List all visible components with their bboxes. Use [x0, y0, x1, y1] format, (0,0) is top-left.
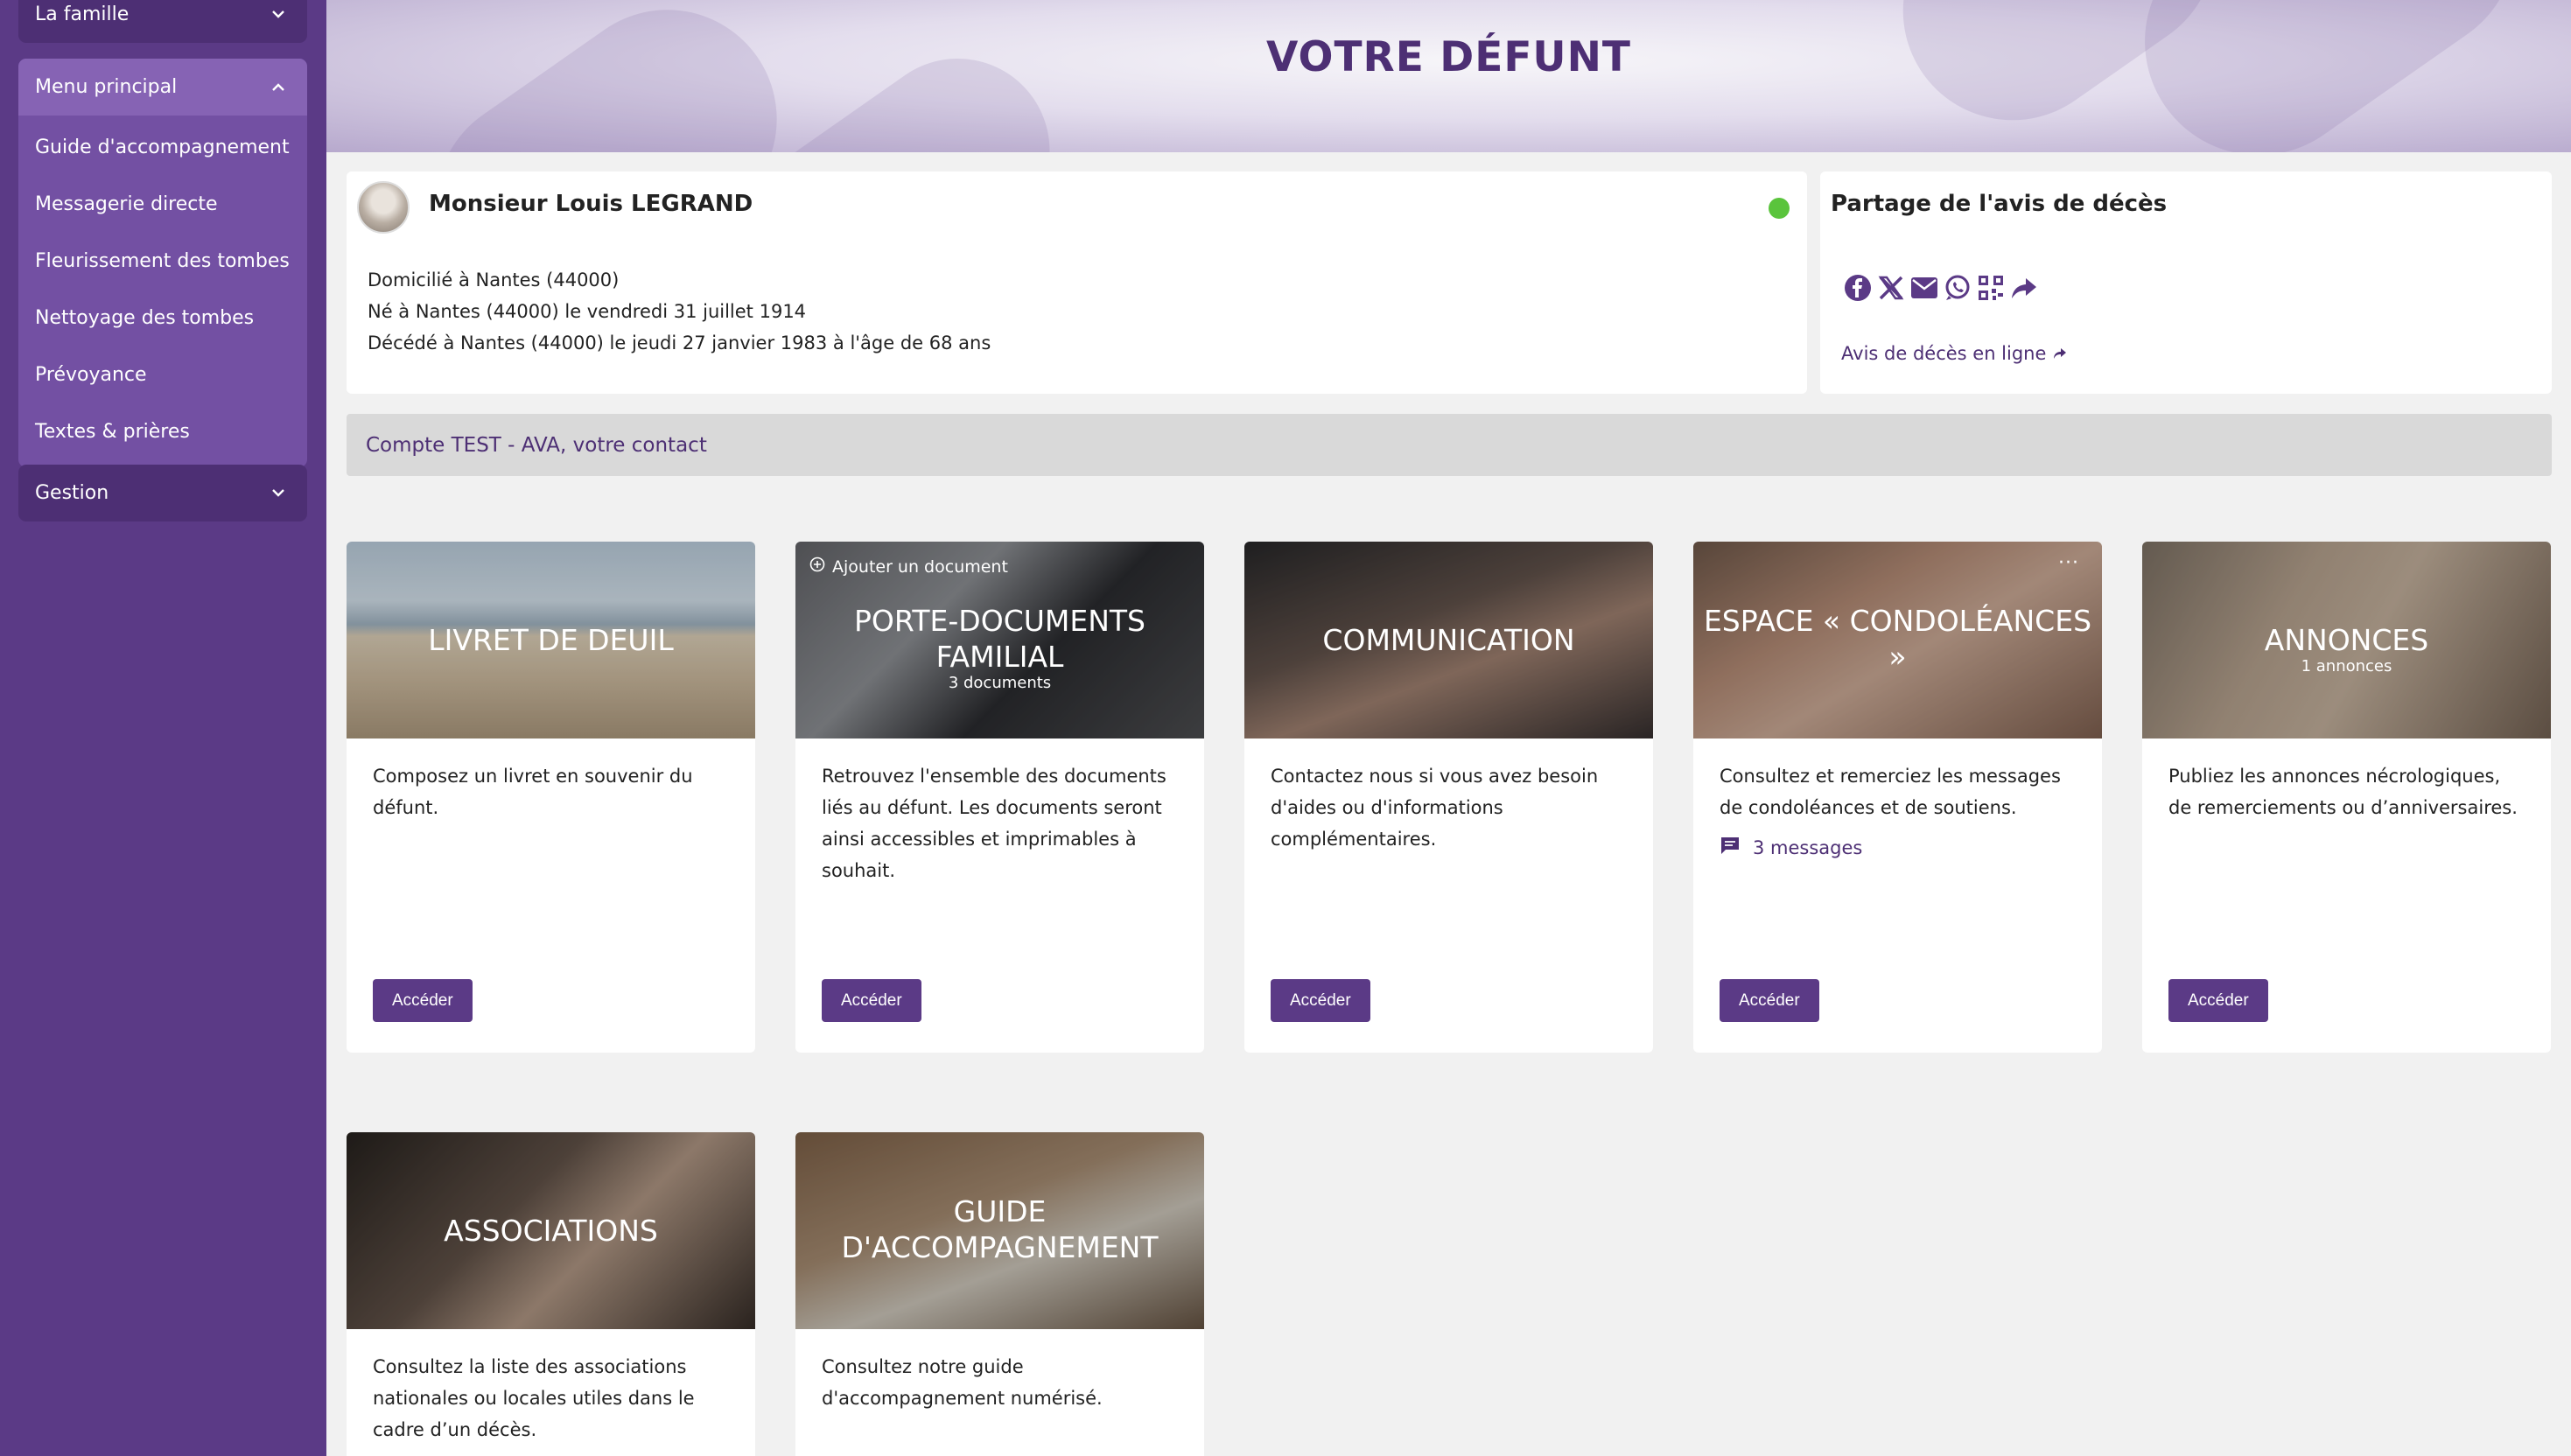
plus-circle-icon	[809, 556, 825, 577]
tile-title: ESPACE « CONDOLÉANCES »	[1703, 604, 2092, 674]
add-document-label: Ajouter un document	[832, 556, 1008, 577]
tile-description: Contactez nous si vous avez besoin d'aid…	[1271, 766, 1599, 850]
chevron-up-icon	[269, 78, 288, 97]
tile-description: Consultez notre guide d'accompagnement n…	[822, 1356, 1103, 1409]
more-options-icon[interactable]: ···	[2058, 552, 2079, 574]
share-icon[interactable]	[2009, 273, 2039, 303]
add-document-button[interactable]: Ajouter un document	[809, 556, 1008, 577]
tile-image: Ajouter un document PORTE-DOCUMENTS FAMI…	[795, 542, 1204, 738]
deceased-name: Monsieur Louis LEGRAND	[429, 191, 753, 217]
share-icons	[1843, 273, 2039, 303]
tile-title: ANNONCES	[2264, 623, 2429, 657]
tile-image: COMMUNICATION	[1244, 542, 1653, 738]
chat-bubble-icon	[1720, 836, 1741, 859]
email-icon[interactable]	[1909, 273, 1939, 303]
sidebar-item-guide[interactable]: Guide d'accompagnement	[18, 119, 307, 176]
deceased-card: Monsieur Louis LEGRAND Domicilié à Nante…	[347, 172, 1807, 394]
sidebar-item-texts[interactable]: Textes & prières	[18, 403, 307, 460]
birth-line: Né à Nantes (44000) le vendredi 31 juill…	[368, 301, 807, 322]
access-button[interactable]: Accéder	[822, 979, 921, 1022]
chevron-down-icon	[269, 484, 288, 503]
tile-subtitle: 1 annonces	[2301, 657, 2392, 676]
x-icon[interactable]	[1876, 273, 1906, 303]
tile-description: Composez un livret en souvenir du défunt…	[373, 766, 693, 818]
tile-condolences: ··· ESPACE « CONDOLÉANCES » Consultez et…	[1693, 542, 2102, 1053]
facebook-icon[interactable]	[1843, 273, 1873, 303]
external-arrow-icon	[2053, 343, 2067, 364]
share-card: Partage de l'avis de décès Avis de décès…	[1820, 172, 2552, 394]
status-indicator	[1769, 198, 1790, 219]
main-menu-label: Menu principal	[35, 76, 178, 98]
tile-image: LIVRET DE DEUIL	[347, 542, 755, 738]
sidebar: La famille Menu principal Guide d'accomp…	[0, 0, 326, 1456]
online-notice-label: Avis de décès en ligne	[1841, 343, 2047, 364]
tile-title: GUIDE D'ACCOMPAGNEMENT	[841, 1194, 1159, 1264]
access-button[interactable]: Accéder	[373, 979, 473, 1022]
avatar	[357, 181, 410, 234]
tile-description: Consultez la liste des associations nati…	[373, 1356, 695, 1440]
tile-grief-booklet: LIVRET DE DEUIL Composez un livret en so…	[347, 542, 755, 1053]
online-notice-link[interactable]: Avis de décès en ligne	[1841, 343, 2067, 364]
tile-image: ANNONCES 1 annonces	[2142, 542, 2551, 738]
tile-description: Consultez et remerciez les messages de c…	[1720, 766, 2061, 818]
deceased-details: Domicilié à Nantes (44000) Né à Nantes (…	[368, 264, 991, 359]
residence-line: Domicilié à Nantes (44000)	[368, 270, 620, 290]
sidebar-item-flowers[interactable]: Fleurissement des tombes	[18, 233, 307, 290]
tile-family-documents: Ajouter un document PORTE-DOCUMENTS FAMI…	[795, 542, 1204, 1053]
tile-guide: GUIDE D'ACCOMPAGNEMENT Consultez notre g…	[795, 1132, 1204, 1456]
messages-link[interactable]: 3 messages	[1693, 823, 2102, 859]
nav-group-management[interactable]: Gestion	[18, 465, 307, 522]
page-banner: VOTRE DÉFUNT	[326, 0, 2571, 152]
qr-code-icon[interactable]	[1976, 273, 2006, 303]
tile-image: ··· ESPACE « CONDOLÉANCES »	[1693, 542, 2102, 738]
tile-subtitle: 3 documents	[948, 674, 1052, 692]
tile-announcements: ANNONCES 1 annonces Publiez les annonces…	[2142, 542, 2551, 1053]
page-title: VOTRE DÉFUNT	[1265, 33, 1631, 81]
nav-management-label: Gestion	[35, 482, 109, 504]
main-menu-toggle[interactable]: Menu principal	[18, 59, 307, 116]
tile-image: ASSOCIATIONS	[347, 1132, 755, 1329]
sidebar-item-cleaning[interactable]: Nettoyage des tombes	[18, 290, 307, 346]
tile-description: Retrouvez l'ensemble des documents liés …	[822, 766, 1166, 881]
contact-label: Compte TEST - AVA, votre contact	[366, 433, 707, 457]
access-button[interactable]: Accéder	[2168, 979, 2268, 1022]
tile-associations: ASSOCIATIONS Consultez la liste des asso…	[347, 1132, 755, 1456]
sidebar-item-messaging[interactable]: Messagerie directe	[18, 176, 307, 233]
access-button[interactable]: Accéder	[1271, 979, 1370, 1022]
whatsapp-icon[interactable]	[1943, 273, 1972, 303]
death-line: Décédé à Nantes (44000) le jeudi 27 janv…	[368, 332, 991, 354]
tile-image: GUIDE D'ACCOMPAGNEMENT	[795, 1132, 1204, 1329]
nav-group-main-menu: Menu principal Guide d'accompagnement Me…	[18, 59, 307, 467]
tile-title: ASSOCIATIONS	[444, 1214, 658, 1248]
access-button[interactable]: Accéder	[1720, 979, 1819, 1022]
tile-title: LIVRET DE DEUIL	[428, 623, 674, 657]
sidebar-item-provident[interactable]: Prévoyance	[18, 346, 307, 403]
tile-communication: COMMUNICATION Contactez nous si vous ave…	[1244, 542, 1653, 1053]
nav-group-family[interactable]: La famille	[18, 0, 307, 43]
nav-family-label: La famille	[35, 4, 130, 25]
messages-count: 3 messages	[1753, 836, 1863, 858]
tile-description: Publiez les annonces nécrologiques, de r…	[2168, 766, 2518, 818]
chevron-down-icon	[269, 5, 288, 24]
contact-bar[interactable]: Compte TEST - AVA, votre contact	[347, 414, 2552, 476]
tile-title: COMMUNICATION	[1322, 623, 1575, 657]
share-title: Partage de l'avis de décès	[1831, 191, 2168, 217]
tile-title: PORTE-DOCUMENTS FAMILIAL	[853, 604, 1145, 674]
